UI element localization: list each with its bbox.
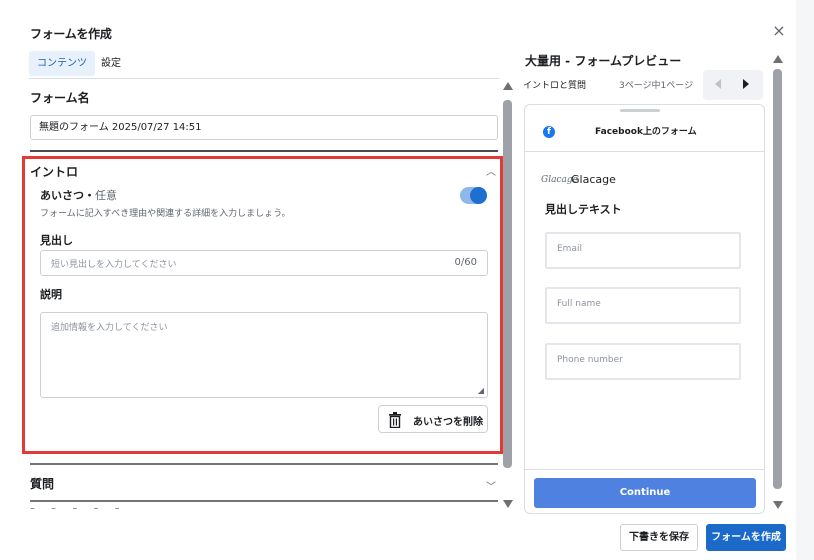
chevron-down-icon[interactable]: ﹀ bbox=[486, 478, 496, 493]
dialog-title: フォームを作成 bbox=[30, 27, 112, 41]
section-divider bbox=[30, 150, 498, 152]
tabs-divider bbox=[29, 78, 499, 79]
left-scrollbar[interactable] bbox=[503, 82, 513, 510]
facebook-icon: f bbox=[543, 126, 555, 138]
chevron-left-icon[interactable] bbox=[715, 79, 721, 89]
preview-footer-divider bbox=[525, 469, 764, 470]
preview-pager bbox=[703, 70, 763, 100]
preview-scrollbar[interactable] bbox=[773, 55, 783, 513]
preview-title: 大量用 - フォームプレビュー bbox=[525, 54, 682, 68]
preview-header: Facebook上のフォーム bbox=[595, 127, 697, 137]
preview-email-field: Email bbox=[545, 232, 741, 269]
field-placeholder: Phone number bbox=[557, 355, 623, 365]
page-indicator: 3ページ中1ページ bbox=[619, 81, 694, 91]
form-name-title: フォーム名 bbox=[30, 91, 90, 105]
highlight-annotation bbox=[22, 156, 503, 454]
scroll-thumb[interactable] bbox=[773, 69, 782, 489]
form-name-input[interactable]: 無題のフォーム 2025/07/27 14:51 bbox=[30, 115, 498, 140]
preview-full-name-field: Full name bbox=[545, 287, 741, 324]
section-divider bbox=[30, 463, 498, 465]
chevron-right-icon[interactable] bbox=[743, 79, 749, 89]
scroll-up-icon[interactable] bbox=[503, 82, 513, 90]
scroll-up-icon[interactable] bbox=[773, 55, 783, 63]
scroll-down-icon[interactable] bbox=[773, 501, 783, 509]
tab-content[interactable]: コンテンツ bbox=[29, 51, 95, 76]
form-preview-phone: f Facebook上のフォーム Glacage Glacage 見出しテキスト… bbox=[524, 104, 765, 514]
preview-header-divider bbox=[525, 151, 764, 152]
questions-section-title[interactable]: 質問 bbox=[30, 475, 54, 492]
field-placeholder: Full name bbox=[557, 299, 601, 309]
scroll-thumb[interactable] bbox=[503, 100, 512, 468]
preview-headline: 見出しテキスト bbox=[545, 203, 622, 216]
preview-section-label: イントロと質問 bbox=[523, 81, 587, 91]
section-divider bbox=[30, 500, 498, 502]
create-form-button[interactable]: フォームを作成 bbox=[706, 524, 786, 551]
preview-nav-bar: イントロと質問 3ページ中1ページ bbox=[515, 70, 765, 100]
close-icon[interactable]: × bbox=[770, 22, 788, 40]
brand-name: Glacage bbox=[571, 173, 616, 186]
scroll-down-icon[interactable] bbox=[503, 500, 513, 508]
page-edge bbox=[796, 0, 814, 560]
tab-settings[interactable]: 設定 bbox=[93, 51, 129, 76]
phone-notch bbox=[620, 109, 660, 112]
field-placeholder: Email bbox=[557, 244, 582, 254]
next-section-cut: - - - - - bbox=[30, 508, 150, 512]
preview-continue-button: Continue bbox=[534, 478, 756, 508]
save-draft-button[interactable]: 下書きを保存 bbox=[620, 524, 698, 551]
preview-phone-field: Phone number bbox=[545, 343, 741, 380]
